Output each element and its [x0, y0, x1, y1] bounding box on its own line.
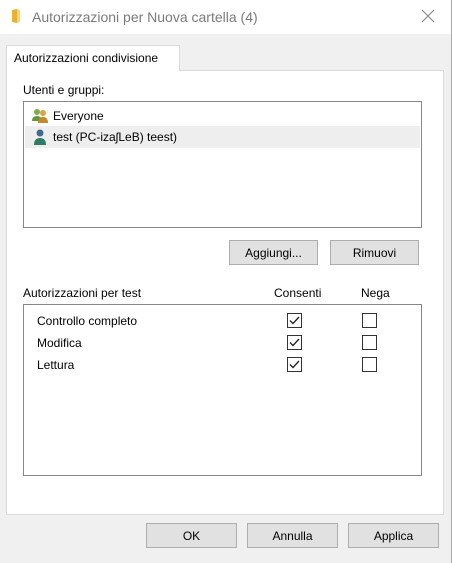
title-bar: Autorizzazioni per Nuova cartella (4): [0, 0, 451, 34]
window-title: Autorizzazioni per Nuova cartella (4): [32, 9, 258, 25]
users-label: Utenti e gruppi:: [23, 83, 105, 97]
allow-full-control-checkbox[interactable]: [287, 313, 302, 328]
allow-modify-checkbox[interactable]: [287, 335, 302, 350]
users-list[interactable]: Everyone test (PC-izaʃLeB) teest): [23, 101, 422, 228]
permissions-dialog: Autorizzazioni per Nuova cartella (4) Au…: [0, 0, 452, 563]
allow-read-checkbox[interactable]: [287, 357, 302, 372]
list-item-everyone[interactable]: Everyone: [25, 105, 420, 127]
deny-read-checkbox[interactable]: [362, 357, 377, 372]
allow-column-header: Consenti: [274, 286, 322, 300]
close-icon: [421, 9, 435, 26]
deny-modify-checkbox[interactable]: [362, 335, 377, 350]
tab-share-permissions[interactable]: Autorizzazioni condivisione: [6, 45, 180, 71]
list-item-label: Everyone: [53, 109, 104, 123]
apply-button[interactable]: Applica: [348, 523, 439, 548]
deny-column-header: Nega: [361, 286, 390, 300]
permission-row: Lettura: [24, 354, 421, 376]
list-item-label: test (PC-izaʃLeB) teest): [53, 130, 178, 144]
permission-name: Modifica: [37, 336, 82, 350]
permission-row: Controllo completo: [24, 310, 421, 332]
list-item-test[interactable]: test (PC-izaʃLeB) teest): [25, 126, 420, 148]
permissions-list: Controllo completo Modifica Lettura: [23, 304, 422, 476]
close-button[interactable]: [405, 0, 451, 34]
folder-icon: [10, 8, 24, 24]
permission-row: Modifica: [24, 332, 421, 354]
permissions-header: Autorizzazioni per test: [23, 286, 142, 300]
group-icon: [31, 107, 49, 125]
add-button[interactable]: Aggiungi...: [229, 240, 318, 265]
permission-name: Controllo completo: [37, 314, 138, 328]
remove-button[interactable]: Rimuovi: [330, 240, 419, 265]
tab-label: Autorizzazioni condivisione: [14, 51, 159, 65]
ok-button[interactable]: OK: [146, 523, 237, 548]
deny-full-control-checkbox[interactable]: [362, 313, 377, 328]
user-icon: [31, 128, 49, 146]
permission-name: Lettura: [37, 358, 75, 372]
cancel-button[interactable]: Annulla: [247, 523, 338, 548]
